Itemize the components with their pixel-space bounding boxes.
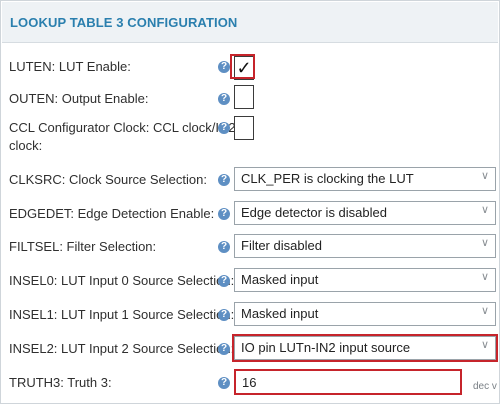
clksrc-help-icon[interactable]: ? — [218, 174, 230, 186]
outen-label: OUTEN: Output Enable: — [9, 91, 149, 106]
truth3-value: 16 — [242, 375, 257, 390]
clksrc-label: CLKSRC: Clock Source Selection: — [9, 172, 207, 187]
chevron-down-icon: ∨ — [480, 271, 489, 283]
panel-title: LOOKUP TABLE 3 CONFIGURATION — [10, 15, 238, 30]
truth3-help-icon[interactable]: ? — [218, 377, 230, 389]
lut3-config-panel: LOOKUP TABLE 3 CONFIGURATION LUTEN: LUT … — [0, 0, 500, 404]
outen-help-icon[interactable]: ? — [218, 93, 230, 105]
insel1-value: Masked input — [241, 306, 319, 321]
outen-checkbox[interactable] — [234, 85, 254, 109]
insel0-select[interactable]: Masked input ∨ — [234, 268, 496, 292]
insel2-highlight — [232, 334, 498, 362]
clksrc-select[interactable]: CLK_PER is clocking the LUT ∨ — [234, 167, 496, 191]
ccl-clock-label-line2: clock: — [9, 138, 43, 153]
insel1-help-icon[interactable]: ? — [218, 309, 230, 321]
edgedet-label: EDGEDET: Edge Detection Enable: — [9, 206, 215, 221]
edgedet-help-icon[interactable]: ? — [218, 208, 230, 220]
luten-help-icon[interactable]: ? — [218, 61, 230, 73]
filtsel-select[interactable]: Filter disabled ∨ — [234, 234, 496, 258]
truth3-unit-select[interactable]: dec v — [473, 381, 497, 392]
insel0-help-icon[interactable]: ? — [218, 275, 230, 287]
clksrc-value: CLK_PER is clocking the LUT — [241, 171, 414, 186]
insel2-help-icon[interactable]: ? — [218, 343, 230, 355]
insel1-select[interactable]: Masked input ∨ — [234, 302, 496, 326]
luten-highlight — [230, 54, 255, 79]
filtsel-label: FILTSEL: Filter Selection: — [9, 239, 157, 254]
edgedet-select[interactable]: Edge detector is disabled ∨ — [234, 201, 496, 225]
filtsel-value: Filter disabled — [241, 238, 322, 253]
chevron-down-icon: ∨ — [480, 170, 489, 182]
chevron-down-icon: ∨ — [480, 237, 489, 249]
insel1-label: INSEL1: LUT Input 1 Source Selection: — [9, 307, 235, 322]
truth3-input[interactable]: 16 — [234, 369, 462, 395]
insel0-label: INSEL0: LUT Input 0 Source Selection: — [9, 273, 235, 288]
ccl-clock-checkbox[interactable] — [234, 116, 254, 140]
chevron-down-icon: ∨ — [480, 305, 489, 317]
edgedet-value: Edge detector is disabled — [241, 205, 387, 220]
truth3-label: TRUTH3: Truth 3: — [9, 375, 112, 390]
chevron-down-icon: ∨ — [480, 204, 489, 216]
ccl-clock-label-line1: CCL Configurator Clock: CCL clock/IN2 — [9, 120, 236, 135]
insel2-label: INSEL2: LUT Input 2 Source Selection: — [9, 341, 235, 356]
panel-header: LOOKUP TABLE 3 CONFIGURATION — [2, 2, 498, 43]
luten-label: LUTEN: LUT Enable: — [9, 59, 131, 74]
insel0-value: Masked input — [241, 272, 319, 287]
ccl-clock-help-icon[interactable]: ? — [218, 122, 230, 134]
filtsel-help-icon[interactable]: ? — [218, 241, 230, 253]
